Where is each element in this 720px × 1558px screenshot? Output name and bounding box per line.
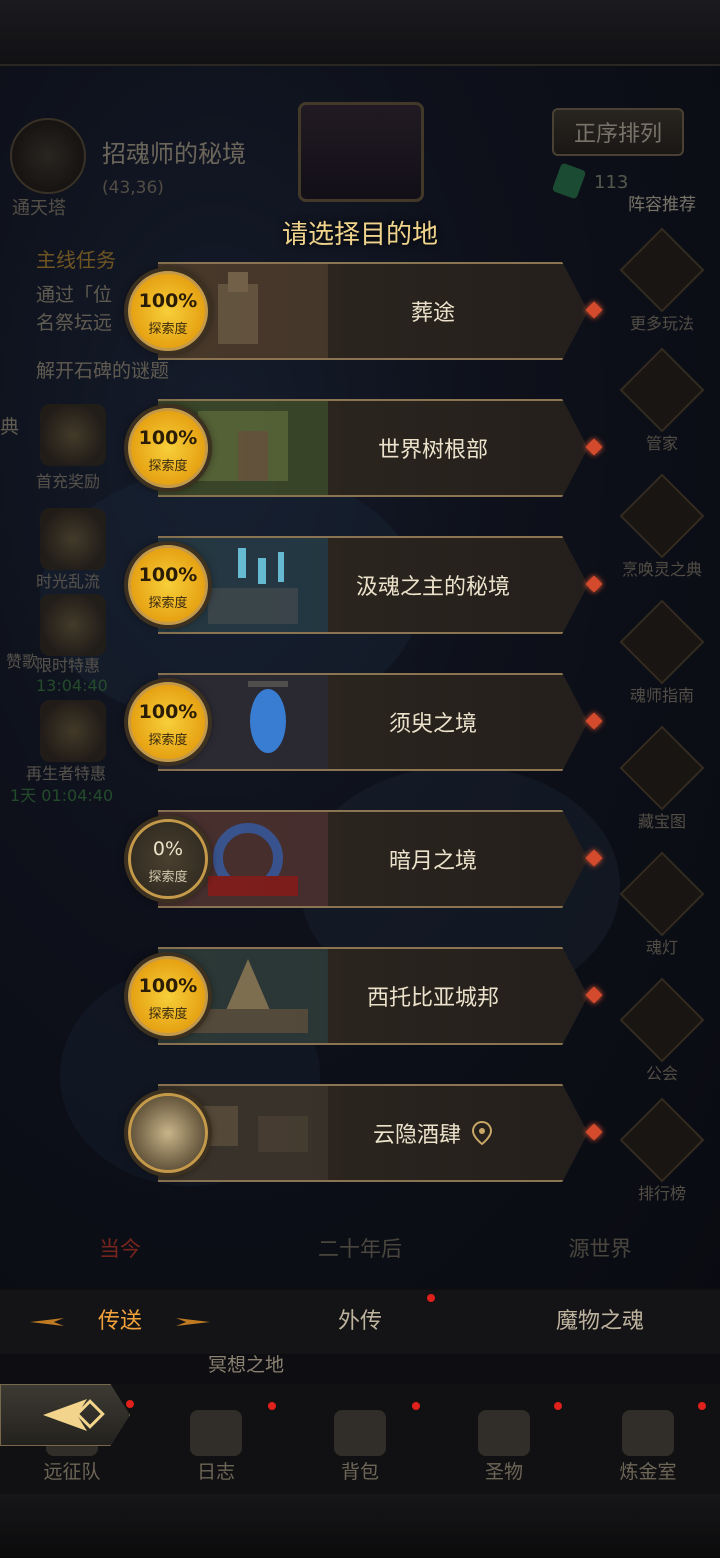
nav-label: 远征队 <box>43 1461 101 1483</box>
destination-name: 世界树根部 <box>377 438 488 463</box>
explore-badge: 0% 探索度 <box>128 819 208 899</box>
destination-name: 西托比亚城邦 <box>366 986 499 1011</box>
notification-dot <box>268 1402 276 1410</box>
popup-title: 请选择目的地 <box>281 220 438 250</box>
bottom-frame <box>0 1494 720 1558</box>
explore-badge: 100% 探索度 <box>128 271 208 351</box>
tab-bar: 传送 外传 魔物之魂 <box>0 1290 720 1354</box>
explore-badge: 100% 探索度 <box>128 956 208 1036</box>
explore-label: 探索度 <box>148 733 188 748</box>
nav-alchemy[interactable]: 炼金室 <box>576 1384 720 1494</box>
explore-label: 探索度 <box>148 1007 188 1022</box>
nav-label: 炼金室 <box>619 1461 677 1483</box>
arrow-icon <box>585 438 603 456</box>
destination-item[interactable]: 西托比亚城邦 100% 探索度 <box>128 947 603 1045</box>
nav-journal[interactable]: 日志 <box>144 1384 288 1494</box>
explore-percent: 100% <box>138 564 198 586</box>
destination-name: 暗月之境 <box>388 849 477 874</box>
alchemy-icon <box>622 1410 674 1456</box>
notification-dot <box>698 1402 706 1410</box>
nav-label: 日志 <box>196 1461 235 1483</box>
notification-dot <box>554 1402 562 1410</box>
arrow-icon <box>585 575 603 593</box>
explore-label: 探索度 <box>148 322 188 337</box>
top-frame <box>0 0 720 66</box>
explore-badge: 100% 探索度 <box>128 408 208 488</box>
notification-dot <box>412 1402 420 1410</box>
explore-label: 探索度 <box>148 459 188 474</box>
notification-dot <box>126 1400 134 1408</box>
explore-label: 探索度 <box>148 596 188 611</box>
destination-item[interactable]: 须臾之境 100% 探索度 <box>128 673 603 771</box>
arrow-icon <box>585 986 603 1004</box>
destination-item[interactable]: 汲魂之主的秘境 100% 探索度 <box>128 536 603 634</box>
explore-label: 探索度 <box>148 870 188 885</box>
destination-name: 葬途 <box>410 301 455 326</box>
arrow-icon <box>585 849 603 867</box>
tab-monster-souls[interactable]: 魔物之魂 <box>480 1290 720 1354</box>
journal-icon <box>190 1410 242 1456</box>
explore-percent: 100% <box>138 290 198 312</box>
destination-item[interactable]: 暗月之境 0% 探索度 <box>128 810 603 908</box>
nav-relics[interactable]: 圣物 <box>432 1384 576 1494</box>
destination-name-text: 云隐酒肆 <box>372 1123 461 1148</box>
destination-item[interactable]: 世界树根部 100% 探索度 <box>128 399 603 497</box>
explore-percent: 0% <box>152 838 184 860</box>
arrow-icon <box>585 301 603 319</box>
destination-name: 汲魂之主的秘境 <box>355 575 510 600</box>
meditation-label: 冥想之地 <box>208 1354 285 1376</box>
notification-dot <box>427 1294 435 1302</box>
destination-item[interactable]: 云隐酒肆 <box>128 1084 603 1182</box>
back-button[interactable] <box>0 1384 130 1446</box>
destination-name: 须臾之境 <box>388 712 477 737</box>
explore-percent: 100% <box>138 975 198 997</box>
tab-teleport[interactable]: 传送 <box>0 1290 240 1354</box>
location-pin-icon <box>471 1120 493 1146</box>
arrow-icon <box>585 1123 603 1141</box>
tab-side-story[interactable]: 外传 <box>240 1290 480 1354</box>
destination-name: 云隐酒肆 <box>308 1084 558 1182</box>
spiral-emblem-icon <box>128 1093 208 1173</box>
arrow-icon <box>585 712 603 730</box>
explore-badge: 100% 探索度 <box>128 545 208 625</box>
nav-label: 背包 <box>340 1461 379 1483</box>
relics-icon <box>478 1410 530 1456</box>
explore-badge: 100% 探索度 <box>128 682 208 762</box>
backpack-icon <box>334 1410 386 1456</box>
explore-percent: 100% <box>138 427 198 449</box>
nav-label: 圣物 <box>484 1461 523 1483</box>
destination-item[interactable]: 葬途 100% 探索度 <box>128 262 603 360</box>
nav-backpack[interactable]: 背包 <box>288 1384 432 1494</box>
back-arrow-icon <box>43 1399 105 1431</box>
explore-percent: 100% <box>138 701 198 723</box>
